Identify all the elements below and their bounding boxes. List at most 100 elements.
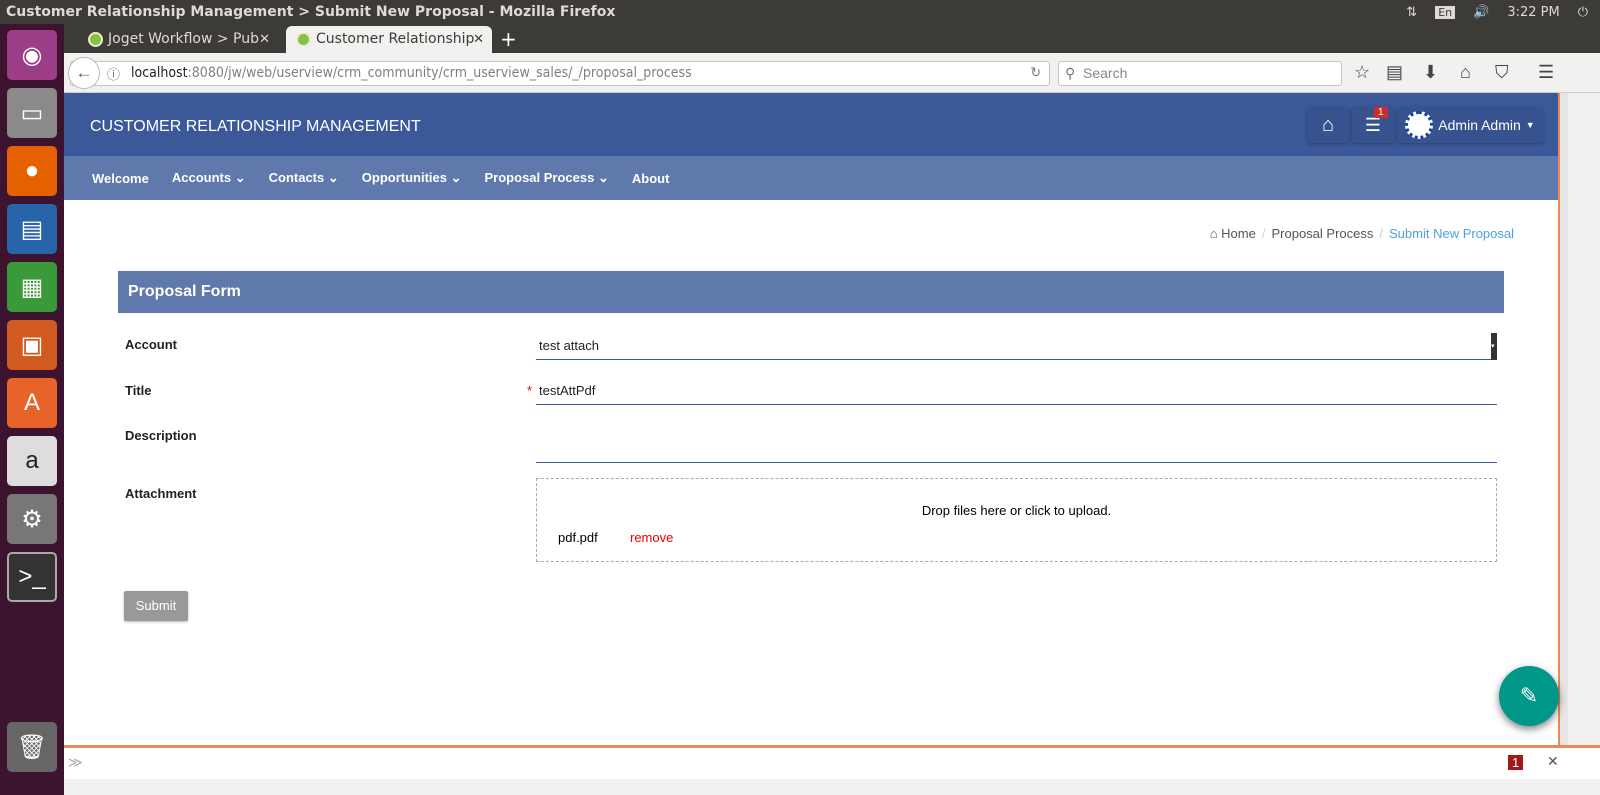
downloads-icon[interactable]: ⬇ <box>1423 62 1438 83</box>
menu-label: Opportunities <box>361 170 447 185</box>
menu-label: Proposal Process <box>484 170 595 185</box>
breadcrumb: ⌂ Home / Proposal Process / Submit New P… <box>1210 226 1514 241</box>
dropzone-hint: Drop files here or click to upload. <box>921 503 1112 518</box>
user-name: Admin Admin <box>1438 117 1521 133</box>
status-strip <box>64 779 1600 795</box>
menu-welcome[interactable]: Welcome <box>92 171 149 186</box>
tab-label: Customer Relationship <box>316 31 475 47</box>
new-tab-button[interactable]: + <box>496 26 517 53</box>
trash-icon[interactable]: 🗑 <box>7 722 57 772</box>
notification-badge[interactable]: 1 <box>1508 755 1524 770</box>
system-tray: ⇅ En 🔊 3:22 PM ⏻ <box>1406 0 1588 24</box>
menu-label: Accounts <box>171 170 232 185</box>
breadcrumb-home[interactable]: ⌂ Home <box>1210 226 1256 241</box>
chevron-down-icon: ⌄ <box>327 170 339 185</box>
chevron-down-icon: ⌄ <box>597 170 609 185</box>
breadcrumb-separator: / <box>1379 226 1383 241</box>
chevron-down-icon: ⌄ <box>234 170 246 185</box>
volume-icon[interactable]: 🔊 <box>1473 5 1489 20</box>
page-content: CUSTOMER RELATIONSHIP MANAGEMENT ⌂ ☰ 1 Ad… <box>64 93 1558 745</box>
home-icon: ⌂ <box>1321 113 1335 136</box>
menu-about[interactable]: About <box>632 171 670 186</box>
attached-file-name: pdf.pdf <box>558 530 598 545</box>
url-path: :8080/jw/web/userview/crm_community/crm_… <box>187 65 692 81</box>
favicon-icon <box>88 32 103 47</box>
breadcrumb-section[interactable]: Proposal Process <box>1271 226 1373 241</box>
network-icon[interactable]: ⇅ <box>1406 5 1417 20</box>
power-icon[interactable]: ⏻ <box>1578 5 1588 20</box>
impress-icon[interactable]: ▣ <box>7 320 57 370</box>
launcher: ◉ ▭ ● ▤ ▦ ▣ A a ⚙ >_ 🗑 <box>0 24 64 795</box>
tab-bar: Joget Workflow > Pub ✕ Customer Relations… <box>64 24 1600 53</box>
attachment-label: Attachment <box>125 486 197 501</box>
search-input[interactable]: ⚲ Search <box>1058 61 1342 86</box>
close-icon[interactable]: ✕ <box>1547 753 1559 770</box>
menu-proposal-process[interactable]: Proposal Process ⌄ <box>485 170 609 186</box>
ubuntu-dash-icon[interactable]: ◉ <box>7 30 57 80</box>
url-host: localhost <box>131 65 188 81</box>
pocket-icon[interactable]: ⛉ <box>1495 62 1509 83</box>
amazon-icon[interactable]: a <box>7 436 57 486</box>
files-icon[interactable]: ▭ <box>7 88 57 138</box>
pencil-icon: ✎ <box>1519 683 1539 708</box>
dropdown-arrow-icon: ▾ <box>1491 333 1497 360</box>
clock[interactable]: 3:22 PM <box>1507 5 1559 20</box>
main-menu: Welcome Accounts ⌄ Contacts ⌄ Opportunit… <box>64 156 1558 200</box>
form-title: Proposal Form <box>118 271 1504 313</box>
title-input[interactable]: testAttPdf <box>536 378 1497 405</box>
breadcrumb-home-label: Home <box>1221 226 1256 241</box>
bookmark-star-icon[interactable]: ☆ <box>1354 62 1370 83</box>
calc-icon[interactable]: ▦ <box>7 262 57 312</box>
menu-accounts[interactable]: Accounts ⌄ <box>172 170 246 186</box>
description-textarea[interactable] <box>536 423 1497 463</box>
tab-joget[interactable]: Joget Workflow > Pub ✕ <box>78 26 278 53</box>
submit-button[interactable]: Submit <box>124 591 188 621</box>
remove-file-link[interactable]: remove <box>630 530 673 545</box>
menu-icon[interactable]: ☰ <box>1538 62 1554 83</box>
app-title: CUSTOMER RELATIONSHIP MANAGEMENT <box>90 118 421 135</box>
favicon-icon <box>296 32 311 47</box>
reload-icon[interactable]: ↻ <box>1030 62 1041 85</box>
settings-icon[interactable]: ⚙ <box>7 494 57 544</box>
menu-opportunities[interactable]: Opportunities ⌄ <box>362 170 462 186</box>
user-menu[interactable]: Admin Admin ▼ <box>1397 107 1543 143</box>
caret-down-icon: ▼ <box>1525 120 1535 130</box>
back-button[interactable]: ← <box>68 57 100 89</box>
avatar <box>1405 111 1434 139</box>
expand-icon[interactable]: ≫ <box>68 754 83 771</box>
home-icon: ⌂ <box>1209 226 1218 241</box>
breadcrumb-current: Submit New Proposal <box>1389 226 1514 241</box>
title-label: Title <box>125 383 152 398</box>
file-dropzone[interactable]: Drop files here or click to upload. pdf.… <box>536 478 1497 562</box>
software-center-icon[interactable]: A <box>7 378 57 428</box>
close-tab-icon[interactable]: ✕ <box>259 26 270 53</box>
menu-contacts[interactable]: Contacts ⌄ <box>269 170 339 186</box>
home-button[interactable]: ⌂ <box>1307 107 1349 143</box>
required-marker: * <box>527 383 533 398</box>
search-placeholder: Search <box>1083 65 1128 81</box>
keyboard-layout[interactable]: En <box>1435 5 1456 19</box>
description-label: Description <box>125 428 197 443</box>
app-header: CUSTOMER RELATIONSHIP MANAGEMENT ⌂ ☰ 1 Ad… <box>64 93 1558 156</box>
notification-badge: 1 <box>1374 107 1388 118</box>
terminal-icon[interactable]: >_ <box>7 552 57 602</box>
scrollbar[interactable] <box>1558 93 1568 745</box>
writer-icon[interactable]: ▤ <box>7 204 57 254</box>
bottom-bar: ≫ 1 ✕ <box>64 745 1600 779</box>
reading-list-icon[interactable]: ▤ <box>1386 62 1403 83</box>
firefox-icon[interactable]: ● <box>7 146 57 196</box>
edit-fab-button[interactable]: ✎ <box>1499 666 1559 726</box>
info-icon[interactable]: ⓘ <box>107 64 120 83</box>
home-icon[interactable]: ⌂ <box>1460 62 1471 83</box>
window-title: Customer Relationship Management > Submi… <box>0 0 1600 24</box>
menu-label: Contacts <box>268 170 325 185</box>
breadcrumb-separator: / <box>1261 226 1266 241</box>
account-select[interactable]: test attach ▾ <box>536 333 1497 360</box>
url-bar[interactable]: localhost:8080/jw/web/userview/crm_commu… <box>70 61 1050 86</box>
close-tab-icon[interactable]: ✕ <box>473 26 484 53</box>
inbox-button[interactable]: ☰ 1 <box>1352 107 1394 143</box>
tab-crm[interactable]: Customer Relationship ✕ <box>286 26 492 53</box>
account-value: test attach <box>539 338 599 353</box>
tab-label: Joget Workflow > Pub <box>108 31 260 47</box>
chevron-down-icon: ⌄ <box>450 170 462 185</box>
